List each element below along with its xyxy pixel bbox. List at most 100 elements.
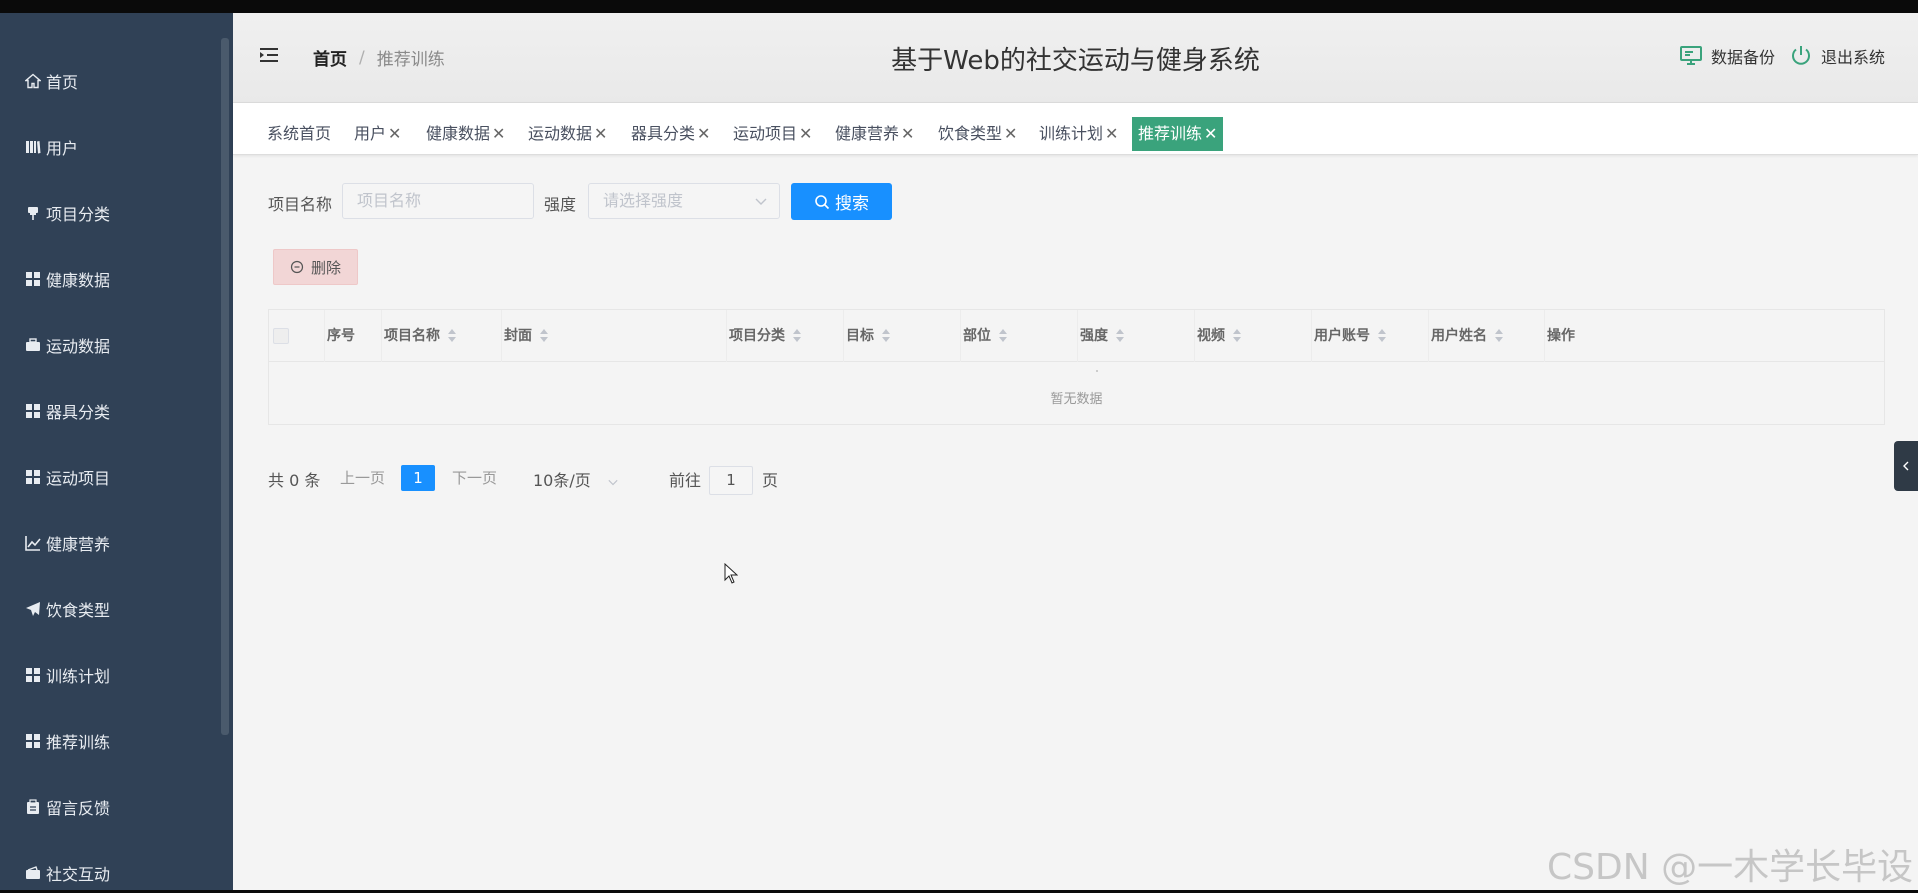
sidebar-item[interactable]: 健康营养	[0, 523, 222, 563]
name-search-input[interactable]: 项目名称	[342, 183, 534, 219]
column-header-label: 视频	[1197, 328, 1225, 344]
sort-caret-icon[interactable]	[1116, 329, 1124, 343]
tab[interactable]: 训练计划 ✕	[1033, 117, 1124, 151]
column-header[interactable]: 项目分类	[727, 310, 844, 362]
grid-icon	[24, 468, 42, 486]
sort-caret-icon[interactable]	[999, 329, 1007, 343]
sidebar-item[interactable]: 用户	[0, 127, 222, 167]
sort-caret-icon[interactable]	[882, 329, 890, 343]
sort-caret-icon[interactable]	[1378, 329, 1386, 343]
logout-button[interactable]: 退出系统	[1789, 44, 1885, 68]
select-all-checkbox[interactable]	[273, 328, 289, 344]
pagination-prev[interactable]: 上一页	[340, 467, 385, 488]
tab[interactable]: 健康营养 ✕	[829, 117, 920, 151]
column-header[interactable]: 强度	[1078, 310, 1195, 362]
sidebar-item[interactable]: 运动项目	[0, 457, 222, 497]
grid-icon	[24, 270, 42, 288]
close-icon[interactable]: ✕	[901, 124, 914, 143]
column-header-label: 操作	[1547, 328, 1575, 344]
column-header[interactable]: 用户姓名	[1429, 310, 1545, 362]
column-header[interactable]: 目标	[844, 310, 961, 362]
sort-caret-icon[interactable]	[448, 329, 456, 343]
tab[interactable]: 器具分类 ✕	[625, 117, 716, 151]
sidebar-item-label: 运动项目	[46, 469, 111, 488]
column-header-label: 用户姓名	[1431, 328, 1487, 344]
close-icon[interactable]: ✕	[1004, 124, 1017, 143]
backup-label: 数据备份	[1710, 48, 1775, 67]
tab[interactable]: 饮食类型 ✕	[932, 117, 1023, 151]
empty-indicator	[1096, 370, 1098, 372]
tab[interactable]: 推荐训练 ✕	[1132, 117, 1224, 151]
tab[interactable]: 健康数据 ✕	[420, 117, 511, 151]
sort-caret-icon[interactable]	[1495, 329, 1503, 343]
close-icon[interactable]: ✕	[799, 124, 812, 143]
logout-label: 退出系统	[1820, 48, 1885, 67]
sidebar-item-label: 器具分类	[46, 403, 111, 422]
goto-suffix: 页	[762, 471, 779, 490]
tab-label: 运动数据	[528, 124, 593, 143]
column-header-label: 序号	[327, 328, 355, 344]
breadcrumb-home[interactable]: 首页	[313, 45, 347, 70]
library-icon	[24, 138, 42, 156]
tab-label: 健康数据	[426, 124, 491, 143]
sort-caret-icon[interactable]	[540, 329, 548, 343]
sidebar-item-label: 用户	[46, 139, 79, 158]
header-actions: 数据备份 退出系统	[1679, 44, 1885, 68]
column-header[interactable]: 封面	[502, 310, 727, 362]
sidebar-scrollbar[interactable]	[221, 38, 229, 735]
sidebar-item-label: 社交互动	[46, 865, 111, 884]
tab[interactable]: 运动数据 ✕	[522, 117, 613, 151]
tab[interactable]: 用户 ✕	[348, 117, 407, 151]
column-header[interactable]: 部位	[961, 310, 1078, 362]
column-header[interactable]: 用户账号	[1312, 310, 1429, 362]
sidebar-item[interactable]: 饮食类型	[0, 589, 222, 629]
column-header: 操作	[1545, 310, 1884, 362]
grid-icon	[24, 402, 42, 420]
page-size-select[interactable]: 10条/页	[533, 467, 618, 491]
close-icon[interactable]: ✕	[1105, 124, 1118, 143]
goto-page-input[interactable]: 1	[709, 466, 753, 495]
clipboard-icon	[24, 798, 42, 816]
sidebar-item[interactable]: 社交互动	[0, 853, 222, 890]
sidebar-item[interactable]: 训练计划	[0, 655, 222, 695]
pagination-next[interactable]: 下一页	[452, 467, 497, 488]
backup-button[interactable]: 数据备份	[1679, 44, 1775, 68]
sort-caret-icon[interactable]	[793, 329, 801, 343]
sidebar-item-label: 留言反馈	[46, 799, 111, 818]
sidebar-item[interactable]: 健康数据	[0, 259, 222, 299]
close-icon[interactable]: ✕	[594, 124, 607, 143]
watermark: CSDN @一木学长毕设	[1547, 847, 1914, 888]
sidebar-item[interactable]: 器具分类	[0, 391, 222, 431]
close-icon[interactable]: ✕	[697, 124, 710, 143]
sidebar-item[interactable]: 留言反馈	[0, 787, 222, 827]
close-icon[interactable]: ✕	[388, 124, 401, 143]
column-header[interactable]: 项目名称	[382, 310, 502, 362]
sidebar-item[interactable]: 推荐训练	[0, 721, 222, 761]
screen-top-border	[0, 0, 1918, 13]
column-header: 序号	[325, 310, 382, 362]
sidebar-item-label: 健康营养	[46, 535, 111, 554]
search-button[interactable]: 搜索	[791, 183, 892, 220]
home-icon	[24, 72, 42, 90]
close-icon[interactable]: ✕	[1204, 124, 1217, 143]
briefcase-icon	[24, 336, 42, 354]
sort-caret-icon[interactable]	[1233, 329, 1241, 343]
tab-label: 用户	[354, 124, 387, 143]
sidebar-item-label: 训练计划	[46, 667, 111, 686]
goto-label: 前往	[669, 471, 702, 490]
pagination-total: 共 0 条	[268, 471, 321, 490]
empty-text: 暂无数据	[1050, 392, 1103, 407]
delete-button[interactable]: 删除	[273, 249, 358, 285]
intensity-select[interactable]: 请选择强度	[588, 183, 780, 219]
sidebar-item[interactable]: 运动数据	[0, 325, 222, 365]
side-panel-toggle[interactable]	[1894, 441, 1918, 491]
sidebar-item[interactable]: 首页	[0, 61, 222, 101]
tab[interactable]: 运动项目 ✕	[727, 117, 818, 151]
sidebar-item[interactable]: 项目分类	[0, 193, 222, 233]
column-header-label: 项目名称	[384, 328, 440, 344]
pagination-page-current[interactable]: 1	[401, 465, 435, 491]
tab-label: 推荐训练	[1138, 124, 1203, 143]
tab[interactable]: 系统首页	[261, 117, 337, 151]
close-icon[interactable]: ✕	[492, 124, 505, 143]
column-header[interactable]: 视频	[1195, 310, 1312, 362]
